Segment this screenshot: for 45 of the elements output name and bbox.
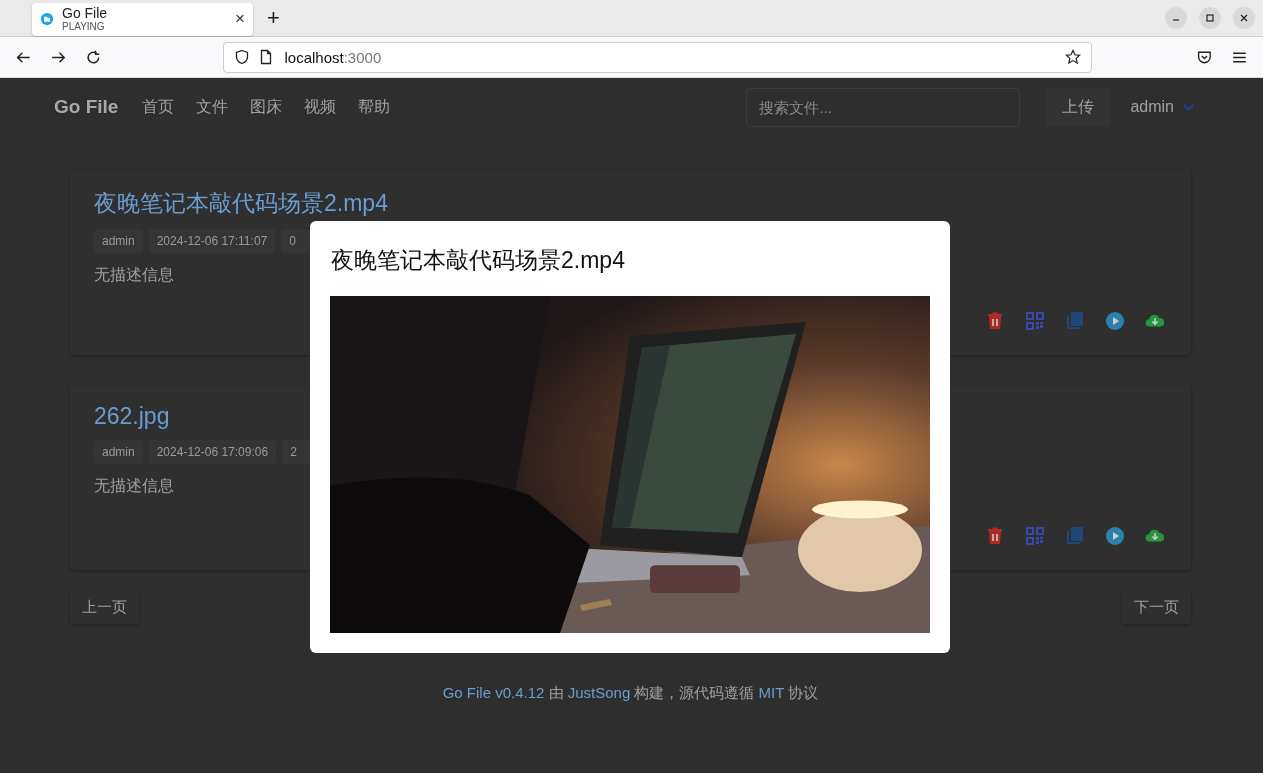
upload-button[interactable]: 上传: [1046, 88, 1111, 126]
nav-link[interactable]: 帮助: [358, 96, 391, 118]
maximize-button[interactable]: [1199, 7, 1221, 29]
play-icon[interactable]: [1105, 311, 1125, 331]
star-icon[interactable]: [1065, 49, 1082, 65]
search-field[interactable]: 搜索文件...: [746, 87, 1021, 127]
file-tag: 2024-12-06 17:11:07: [148, 229, 276, 253]
tab-title: Go File: [62, 5, 109, 22]
shield-icon: [234, 49, 251, 65]
modal-title: 夜晚笔记本敲代码场景2.mp4: [331, 246, 626, 275]
file-tag: 2024-12-06 17:09:06: [148, 440, 277, 464]
minimize-button[interactable]: [1165, 7, 1187, 29]
nav-link[interactable]: 图床: [250, 96, 283, 118]
file-tag: admin: [94, 440, 143, 464]
footer-text: Go File v0.4.12 由 JustSong 构建，源代码遵循 MIT 协议: [441, 684, 820, 703]
play-icon[interactable]: [1105, 526, 1125, 546]
footer-link[interactable]: MIT: [758, 684, 785, 701]
address-bar[interactable]: localhost:3000: [223, 41, 1093, 73]
trash-icon[interactable]: [985, 311, 1005, 331]
maximize-icon: [1205, 13, 1215, 23]
nav-link[interactable]: 视频: [304, 96, 337, 118]
url-text: localhost:3000: [284, 48, 383, 66]
file-name-link[interactable]: 夜晚笔记本敲代码场景2.mp4: [94, 188, 388, 219]
previous-page-button[interactable]: 上一页: [70, 590, 139, 624]
user-menu[interactable]: admin: [1122, 98, 1203, 116]
nav-link[interactable]: 文件: [196, 96, 229, 118]
tab-status: PLAYING: [62, 21, 106, 33]
new-tab-button[interactable]: +: [267, 5, 280, 31]
close-window-button[interactable]: [1233, 7, 1255, 29]
file-name-link[interactable]: 262.jpg: [94, 403, 170, 430]
folder-icon: [40, 12, 54, 26]
footer-link[interactable]: JustSong: [567, 684, 631, 701]
browser-tab[interactable]: Go File PLAYING ×: [32, 2, 253, 36]
footer-link[interactable]: Go File v0.4.12: [442, 684, 545, 701]
close-icon: [1239, 13, 1249, 23]
nav-link[interactable]: 首页: [142, 96, 175, 118]
reload-icon[interactable]: [84, 48, 102, 66]
file-tag: admin: [94, 229, 143, 253]
trash-icon[interactable]: [985, 526, 1005, 546]
close-tab-button[interactable]: ×: [235, 9, 245, 29]
brand-link[interactable]: Go File: [54, 96, 119, 118]
chevron-down-icon: [1182, 102, 1195, 112]
next-page-button[interactable]: 下一页: [1122, 590, 1191, 624]
file-description: 无描述信息: [94, 265, 175, 285]
file-description: 无描述信息: [94, 476, 175, 496]
